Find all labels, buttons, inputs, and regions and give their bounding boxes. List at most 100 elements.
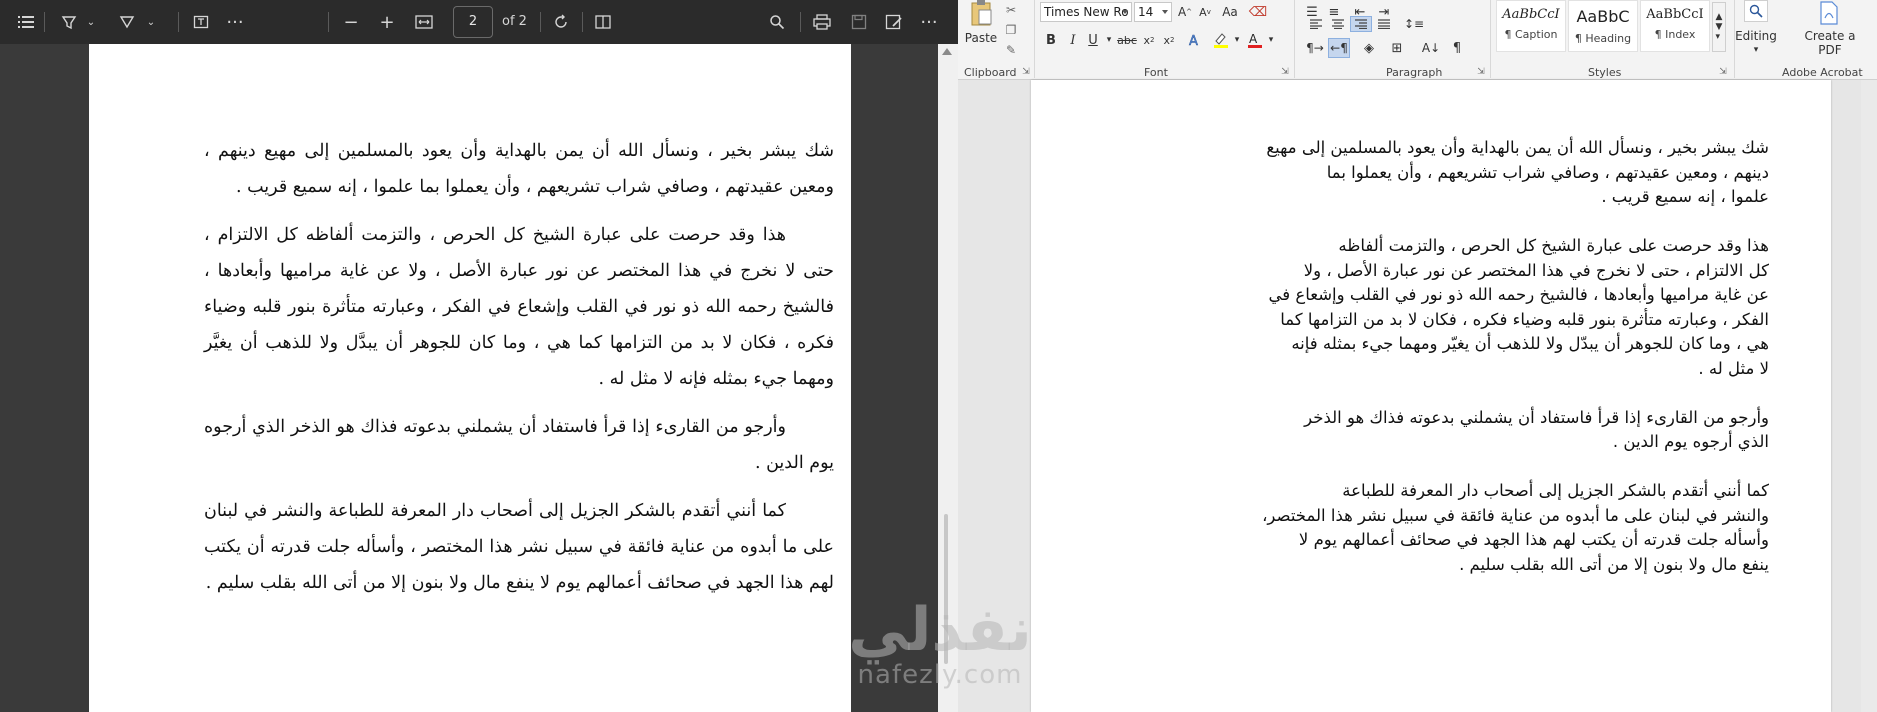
font-color-icon[interactable]: A (1244, 30, 1266, 50)
print-icon[interactable] (808, 8, 836, 36)
word-window: Paste ✂ ❐ ✎ Clipboard ⇲ Times New Ro 14 … (958, 0, 1877, 712)
chevron-down-icon[interactable]: ▾ (1266, 30, 1276, 50)
show-formatting-icon[interactable]: ¶ (1448, 38, 1466, 58)
svg-text:A: A (1249, 32, 1258, 46)
align-center-icon[interactable] (1328, 18, 1348, 30)
pdf-paragraph: هذا وقد حرصت على عبارة الشيخ كل الحرص ، … (204, 225, 834, 389)
ribbon-separator (1034, 0, 1035, 78)
toolbar-separator (540, 12, 541, 32)
chevron-down-icon[interactable]: ▾ (1232, 30, 1242, 50)
word-document-text[interactable]: شك يبشر بخير ، ونسأل الله أن يمن بالهداي… (1159, 136, 1769, 602)
save-as-icon[interactable] (880, 8, 908, 36)
dialog-launcher-icon[interactable]: ⇲ (1718, 66, 1728, 78)
style-heading[interactable]: AaBbC ¶ Heading (1568, 0, 1638, 52)
more-options-icon[interactable]: ··· (916, 8, 942, 36)
svg-text:A: A (1189, 34, 1198, 48)
pdf-page-text: شك يبشر بخير ، ونسأل الله أن يمن بالهداي… (204, 133, 834, 613)
bold-icon[interactable]: B (1042, 30, 1060, 50)
underline-icon[interactable]: U (1084, 30, 1102, 50)
zoom-out-icon[interactable]: − (338, 8, 364, 36)
pdf-paragraph: شك يبشر بخير ، ونسأل الله أن يمن بالهداي… (204, 141, 834, 197)
create-pdf-icon[interactable] (1816, 0, 1842, 26)
pdf-scrollbar[interactable] (938, 44, 958, 712)
borders-icon[interactable]: ⊞ (1386, 38, 1408, 58)
cut-icon[interactable]: ✂ (1002, 2, 1020, 18)
word-paragraph[interactable]: كما أنني أتقدم بالشكر الجزيل إلى أصحاب د… (1159, 479, 1769, 577)
dialog-launcher-icon[interactable]: ⇲ (1021, 66, 1031, 78)
chevron-down-icon[interactable]: ▾ (1104, 30, 1114, 50)
shading-icon[interactable]: ◈ (1358, 38, 1380, 58)
draw-icon[interactable] (114, 8, 140, 36)
chevron-down-icon[interactable]: ⌄ (84, 8, 98, 36)
create-pdf-button[interactable]: Create a PDF (1794, 28, 1866, 58)
subscript-icon[interactable]: x2 (1140, 30, 1158, 50)
sort-icon[interactable]: A↓ (1420, 38, 1442, 58)
more-options-icon[interactable]: ··· (222, 8, 248, 36)
font-group-label: Font (1144, 66, 1168, 79)
paragraph-group-label: Paragraph (1386, 66, 1443, 79)
toolbar-separator (328, 12, 329, 32)
style-index[interactable]: AaBbCcI ¶ Index (1640, 0, 1710, 52)
text-box-icon[interactable] (188, 8, 214, 36)
copy-icon[interactable]: ❐ (1002, 22, 1020, 38)
word-ribbon: Paste ✂ ❐ ✎ Clipboard ⇲ Times New Ro 14 … (958, 0, 1877, 80)
line-spacing-icon[interactable]: ↕≡ (1402, 16, 1426, 32)
pdf-page: شك يبشر بخير ، ونسأل الله أن يمن بالهداي… (89, 44, 851, 712)
dialog-launcher-icon[interactable]: ⇲ (1476, 66, 1486, 78)
table-of-contents-icon[interactable] (12, 8, 40, 36)
pdf-canvas[interactable]: شك يبشر بخير ، ونسأل الله أن يمن بالهداي… (0, 44, 958, 712)
scrollbar-thumb[interactable] (944, 514, 948, 664)
screen: ⌄ ⌄ ··· − + 2 of 2 ··· شك يبشر بخير ، ون… (0, 0, 1877, 712)
superscript-icon[interactable]: x2 (1160, 30, 1178, 50)
chevron-down-icon[interactable]: ⌄ (144, 8, 158, 36)
word-paragraph[interactable]: شك يبشر بخير ، ونسأل الله أن يمن بالهداي… (1159, 136, 1769, 210)
paste-button[interactable]: Paste (962, 30, 1000, 46)
pdf-paragraph: وأرجو من القارىء إذا قرأ فاستفاد أن يشمل… (204, 417, 834, 473)
acrobat-group-label: Adobe Acrobat (1782, 66, 1863, 79)
font-size-dropdown[interactable]: 14 (1134, 2, 1172, 22)
toolbar-separator (44, 12, 45, 32)
highlight-icon[interactable] (56, 8, 82, 36)
rotate-icon[interactable] (548, 8, 574, 36)
fit-width-icon[interactable] (410, 8, 438, 36)
clear-formatting-icon[interactable]: ⌫ (1248, 2, 1268, 22)
word-paragraph[interactable]: هذا وقد حرصت على عبارة الشيخ كل الحرص ، … (1159, 234, 1769, 381)
change-case-icon[interactable]: Aa (1218, 2, 1242, 22)
styles-group-label: Styles (1588, 66, 1622, 79)
find-icon[interactable] (1744, 0, 1768, 22)
page-view-icon[interactable] (590, 8, 616, 36)
rtl-direction-icon[interactable]: ←¶ (1328, 38, 1350, 58)
word-paragraph[interactable]: وأرجو من القارىء إذا قرأ فاستفاد أن يشمل… (1159, 406, 1769, 455)
format-painter-icon[interactable]: ✎ (1002, 42, 1020, 58)
style-caption[interactable]: AaBbCcI ¶ Caption (1496, 0, 1566, 52)
styles-gallery-scroll[interactable]: ▲ ▼ ▾ (1712, 2, 1726, 52)
page-number-input[interactable]: 2 (453, 6, 493, 38)
pdf-toolbar: ⌄ ⌄ ··· − + 2 of 2 ··· (0, 0, 958, 44)
shrink-font-icon[interactable]: Av (1196, 2, 1214, 22)
grow-font-icon[interactable]: A ^ (1176, 2, 1194, 22)
zoom-in-icon[interactable]: + (374, 8, 400, 36)
word-document-area[interactable]: شك يبشر بخير ، ونسأل الله أن يمن بالهداي… (958, 80, 1877, 712)
toolbar-separator (582, 12, 583, 32)
highlight-color-icon[interactable] (1210, 30, 1232, 50)
strikethrough-icon[interactable]: abc (1116, 30, 1138, 50)
align-right-icon[interactable] (1350, 16, 1372, 32)
font-name-dropdown[interactable]: Times New Ro (1040, 2, 1132, 22)
paste-icon[interactable] (968, 0, 994, 26)
ltr-direction-icon[interactable]: ¶→ (1304, 38, 1326, 58)
scroll-up-icon[interactable] (942, 48, 952, 55)
clipboard-group-label: Clipboard (964, 66, 1017, 79)
pdf-viewer: ⌄ ⌄ ··· − + 2 of 2 ··· شك يبشر بخير ، ون… (0, 0, 958, 712)
dialog-launcher-icon[interactable]: ⇲ (1280, 66, 1290, 78)
pdf-paragraph: كما أنني أتقدم بالشكر الجزيل إلى أصحاب د… (204, 501, 834, 593)
search-icon[interactable] (764, 8, 790, 36)
text-effects-icon[interactable]: A (1184, 30, 1206, 50)
word-page[interactable]: شك يبشر بخير ، ونسأل الله أن يمن بالهداي… (1031, 80, 1831, 712)
italic-icon[interactable]: I (1064, 30, 1082, 50)
chevron-down-icon[interactable]: ▾ (1750, 44, 1762, 56)
save-icon[interactable] (846, 8, 872, 36)
align-left-icon[interactable] (1306, 18, 1326, 30)
justify-icon[interactable] (1374, 18, 1394, 30)
word-scrollbar[interactable] (1861, 80, 1877, 712)
editing-button[interactable]: Editing (1734, 28, 1778, 44)
